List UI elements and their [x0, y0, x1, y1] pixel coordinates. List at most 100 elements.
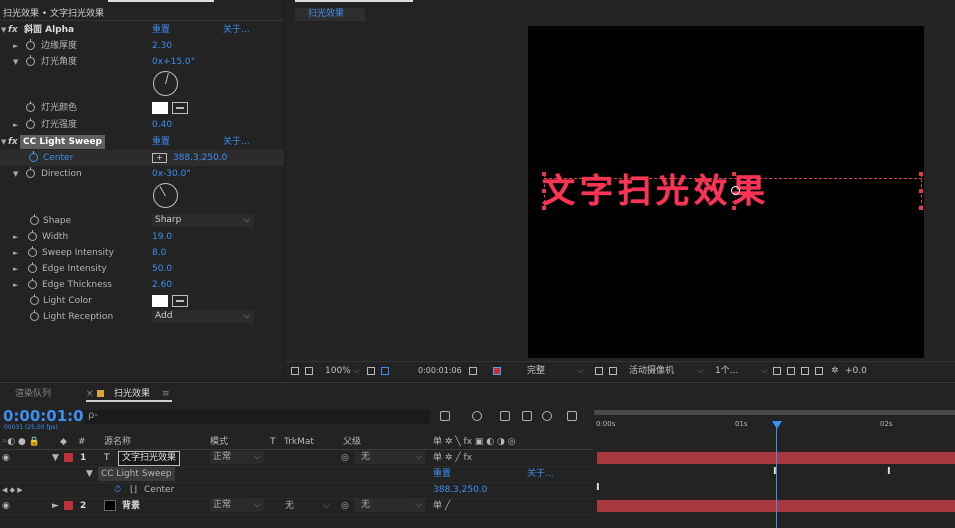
column-source-name[interactable]: 源名称 — [104, 435, 131, 449]
layer-switches[interactable]: 单 ╱ — [433, 498, 450, 514]
property-light-color[interactable]: 灯光颜色 — [0, 100, 284, 116]
layer-name[interactable]: 文字扫光效果 — [118, 451, 181, 466]
property-value[interactable]: 50.0 — [152, 261, 172, 277]
property-value[interactable]: 0x-30.0° — [152, 166, 191, 182]
reset-link[interactable]: 重置 — [152, 134, 170, 150]
property-shape[interactable]: Shape Sharp ⌵ — [0, 213, 284, 229]
graph-editor-icon[interactable] — [567, 411, 577, 421]
parent-dropdown[interactable]: 无 ⌵ — [355, 499, 425, 512]
mask-icon[interactable] — [381, 367, 389, 375]
effect-bevel-alpha[interactable]: ▼ fx 斜面 Alpha 重置 关于... — [0, 22, 284, 38]
property-sweep-intensity[interactable]: ► Sweep Intensity 8.0 — [0, 245, 284, 261]
property-value[interactable]: 0x+15.0° — [152, 54, 195, 70]
twirl-closed-icon[interactable]: ► — [13, 261, 18, 277]
layer-name[interactable]: 背景 — [122, 498, 140, 514]
exposure-icon[interactable]: ✲ — [831, 362, 839, 380]
time-ruler[interactable]: 0:00s 01s 02s — [594, 410, 955, 434]
camera-snapshot-icon[interactable] — [469, 367, 477, 375]
timeline-icon[interactable] — [801, 367, 809, 375]
reset-link[interactable]: 重置 — [152, 22, 170, 38]
property-width[interactable]: ► Width 19.0 — [0, 229, 284, 245]
twirl-closed-icon[interactable]: ► — [13, 38, 18, 54]
transform-handle[interactable] — [542, 172, 546, 176]
property-value[interactable]: 0.40 — [152, 117, 172, 133]
property-light-angle[interactable]: ▼ 灯光角度 0x+15.0° — [0, 54, 284, 70]
color-channels-icon[interactable] — [493, 367, 501, 375]
stopwatch-icon[interactable] — [26, 167, 35, 178]
property-direction[interactable]: ▼ Direction 0x-30.0° — [0, 166, 284, 182]
property-value[interactable]: 19.0 — [152, 229, 172, 245]
menu-icon[interactable]: ≡ — [162, 387, 170, 401]
tab-render-queue[interactable]: 渲染队列 — [15, 387, 51, 401]
fx-icon[interactable]: fx — [8, 22, 18, 38]
trkmat-value[interactable]: 无 — [285, 498, 294, 514]
fast-preview-icon[interactable] — [787, 367, 795, 375]
twirl-closed-icon[interactable]: ► — [13, 277, 18, 293]
stopwatch-icon[interactable] — [26, 101, 35, 112]
light-reception-dropdown[interactable]: Add ⌵ — [152, 310, 254, 323]
about-link[interactable]: 关于... — [223, 22, 250, 38]
eyedropper-icon[interactable] — [172, 295, 188, 307]
stopwatch-icon[interactable] — [26, 39, 35, 50]
layer-row-1[interactable]: ◉ ▼ 1 T 文字扫光效果 正常 ⌵ ◎ 无 ⌵ 单 ✲ ╱ fx — [0, 450, 593, 467]
stopwatch-icon[interactable] — [30, 310, 39, 321]
twirl-open-icon[interactable]: ▼ — [86, 466, 93, 482]
effect-cc-light-sweep[interactable]: ▼ fx CC Light Sweep 重置 关于... — [0, 134, 284, 150]
effect-name[interactable]: CC Light Sweep — [98, 467, 175, 481]
property-center[interactable]: Center + 388.3,250.0 — [0, 150, 284, 166]
frame-blending-icon[interactable] — [522, 411, 532, 421]
chevron-down-icon[interactable]: ⌵ — [761, 362, 768, 380]
label-color-box[interactable] — [64, 501, 73, 510]
magnify-icon[interactable] — [291, 367, 299, 375]
label-color-box[interactable] — [64, 453, 73, 462]
layer-search-input[interactable]: ρ- — [84, 410, 430, 424]
layer-switches[interactable]: 单 ✲ ╱ fx — [433, 450, 472, 466]
about-link[interactable]: 关于... — [527, 466, 554, 482]
twirl-closed-icon[interactable]: ► — [52, 498, 59, 514]
stopwatch-icon[interactable] — [28, 230, 37, 241]
stopwatch-icon[interactable] — [28, 246, 37, 257]
views-value[interactable]: 1个... — [715, 362, 738, 380]
property-value[interactable]: 388.3,250.0 — [173, 150, 227, 166]
transform-handle[interactable] — [732, 206, 736, 210]
motion-blur-icon[interactable] — [542, 411, 552, 421]
zoom-value[interactable]: 100% — [325, 362, 351, 380]
comp-tab[interactable]: 扫光效果 — [295, 8, 365, 21]
fx-icon[interactable]: fx — [8, 134, 18, 150]
blend-mode-dropdown[interactable]: 正常 ⌵ — [210, 451, 264, 464]
chevron-down-icon[interactable]: ⌵ — [323, 498, 330, 514]
about-link[interactable]: 关于... — [223, 134, 250, 150]
parent-dropdown[interactable]: 无 ⌵ — [355, 451, 425, 464]
keyframe-icon[interactable]: I — [596, 482, 600, 493]
center-property-row[interactable]: ◀ ◆ ▶ ⏱ ⌊⌋ Center 388.3,250.0 — [0, 482, 593, 499]
property-value[interactable]: 8.0 — [152, 245, 166, 261]
point-control-icon[interactable]: + — [152, 153, 167, 163]
eye-icon[interactable]: ◉ — [2, 498, 10, 514]
grid-icon[interactable] — [367, 367, 375, 375]
property-light-color-cc[interactable]: Light Color — [0, 293, 284, 309]
property-cc-edge-thickness[interactable]: ► Edge Thickness 2.60 — [0, 277, 284, 293]
twirl-open-icon[interactable]: ▼ — [13, 54, 18, 70]
draft-3d-icon[interactable] — [472, 411, 482, 421]
pickwhip-icon[interactable]: ◎ — [341, 450, 349, 466]
chevron-down-icon[interactable]: ⌵ — [697, 362, 704, 380]
composition-viewer[interactable]: 文字扫光效果 — [528, 26, 924, 358]
work-area-bar[interactable] — [594, 410, 955, 415]
stopwatch-icon[interactable] — [28, 278, 37, 289]
property-edge-intensity[interactable]: ► Edge Intensity 50.0 — [0, 261, 284, 277]
shy-layers-icon[interactable] — [500, 411, 510, 421]
region-of-interest-icon[interactable] — [595, 367, 603, 375]
property-light-reception[interactable]: Light Reception Add ⌵ — [0, 309, 284, 325]
comp-flow-icon[interactable] — [440, 411, 450, 421]
timecode[interactable]: 0:00:01:06 — [418, 362, 462, 380]
flowchart-icon[interactable] — [815, 367, 823, 375]
toggle-view-icon[interactable] — [773, 367, 781, 375]
close-icon[interactable]: × — [86, 387, 94, 401]
stopwatch-icon[interactable] — [30, 294, 39, 305]
layer-row-2[interactable]: ◉ ► 2 背景 正常 ⌵ 无 ⌵ ◎ 无 ⌵ 单 ╱ — [0, 498, 593, 515]
stopwatch-icon[interactable] — [29, 151, 38, 162]
color-swatch[interactable] — [152, 102, 168, 114]
graph-icon[interactable]: ⌊⌋ — [130, 482, 137, 498]
transform-handle[interactable] — [542, 206, 546, 210]
chevron-down-icon[interactable]: ⌵ — [353, 362, 360, 380]
